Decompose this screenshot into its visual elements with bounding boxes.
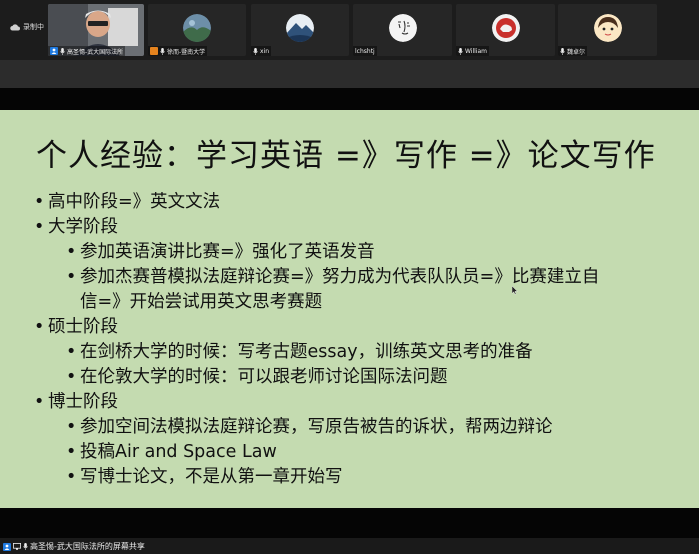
mic-icon (560, 47, 565, 55)
bullet-text: 写博士论文，不是从第一章开始写 (80, 467, 343, 487)
slide-title: 个人经验：学习英语 =》写作 =》论文写作 (36, 138, 656, 174)
participant-name: 高圣惕-武大国际法所 (67, 48, 124, 56)
participant-name: lchshtj (355, 47, 375, 55)
bullet-text: 参加杰赛普模拟法庭辩论赛=》努力成为代表队队员=》比赛建立自 (80, 267, 600, 287)
slide-bullet: • 高中阶段=》英文文法 (34, 192, 221, 212)
person-icon (3, 542, 11, 551)
bullet-text: 信=》开始尝试用英文思考赛题 (80, 292, 323, 312)
host-icon (150, 47, 158, 55)
mic-icon (23, 543, 28, 550)
bullet-text: 在伦敦大学的时候：可以跟老师讨论国际法问题 (80, 367, 448, 387)
slide-sub-bullet: • 在伦敦大学的时候：可以跟老师讨论国际法问题 (66, 367, 448, 387)
slide-sub-bullet: • 写博士论文，不是从第一章开始写 (66, 467, 343, 487)
mic-icon (458, 47, 463, 55)
slide-bullet: • 硕士阶段 (34, 317, 118, 337)
mic-icon (160, 47, 165, 55)
screen-share-icon (13, 543, 21, 550)
mic-icon (253, 47, 258, 55)
bullet-text: 在剑桥大学的时候：写考古题essay，训练英文思考的准备 (80, 342, 533, 362)
participant-name-bar: lchshtj (353, 46, 377, 56)
landscape-avatar (183, 14, 211, 42)
participant-name: xin (260, 47, 270, 55)
slide-bullet: • 博士阶段 (34, 392, 118, 412)
recording-indicator[interactable]: 录制中 (10, 22, 44, 32)
emblem-avatar (491, 14, 520, 42)
cartoon-avatar (593, 14, 622, 42)
participant-name-bar: 魏卓尔 (558, 46, 588, 56)
calligraphy-avatar (388, 14, 417, 42)
participant-tile[interactable]: 徐而-暨南大学 (148, 4, 246, 56)
slide-sub-bullet: • 参加空间法模拟法庭辩论赛，写原告被告的诉状，帮两边辩论 (66, 417, 553, 437)
mic-icon (60, 47, 65, 55)
slide-sub-bullet: • 参加杰赛普模拟法庭辩论赛=》努力成为代表队队员=》比赛建立自 (66, 267, 600, 287)
bullet-text: 高中阶段=》英文文法 (48, 192, 221, 212)
participant-name: William (465, 47, 487, 55)
participant-strip: 录制中 高圣惕-武大国际法所 徐而-暨南大学 xin lchshtj Willi… (0, 0, 699, 60)
slide-sub-bullet: • 在剑桥大学的时候：写考古题essay，训练英文思考的准备 (66, 342, 533, 362)
participant-tile[interactable]: lchshtj (353, 4, 452, 56)
screen-share-indicator[interactable]: 高圣惕-武大国际法所的屏幕共享 (3, 541, 145, 552)
recording-label: 录制中 (23, 23, 44, 31)
mountain-avatar (286, 14, 314, 42)
participant-name: 徐而-暨南大学 (167, 48, 206, 56)
bullet-text: 大学阶段 (48, 217, 118, 237)
person-icon (50, 47, 58, 55)
participant-name-bar: 高圣惕-武大国际法所 (48, 46, 126, 56)
cloud-record-icon (10, 23, 20, 30)
participant-name: 魏卓尔 (567, 48, 586, 56)
bullet-text: 参加英语演讲比赛=》强化了英语发音 (80, 242, 375, 262)
participant-tile[interactable]: 高圣惕-武大国际法所 (48, 4, 144, 56)
participant-name-bar: 徐而-暨南大学 (148, 46, 208, 56)
bullet-text: 投稿Air and Space Law (80, 442, 277, 462)
letterbox-bottom (0, 508, 699, 538)
screen-share-label: 高圣惕-武大国际法所的屏幕共享 (30, 542, 145, 551)
bullet-text: 硕士阶段 (48, 317, 118, 337)
bullet-text: 参加空间法模拟法庭辩论赛，写原告被告的诉状，帮两边辩论 (80, 417, 553, 437)
participant-name-bar: xin (251, 46, 272, 56)
slide-sub-bullet: • 投稿Air and Space Law (66, 442, 277, 462)
letterbox-top (0, 88, 699, 110)
mouse-cursor-icon (512, 286, 518, 295)
slide-sub-bullet: • 参加英语演讲比赛=》强化了英语发音 (66, 242, 375, 262)
participant-tile[interactable]: William (456, 4, 555, 56)
screen-share-bar: 高圣惕-武大国际法所的屏幕共享 (0, 538, 699, 554)
participant-tile[interactable]: xin (251, 4, 349, 56)
bullet-text: 博士阶段 (48, 392, 118, 412)
participant-name-bar: William (456, 46, 489, 56)
participant-tile[interactable]: 魏卓尔 (558, 4, 657, 56)
toolbar-band (0, 60, 699, 88)
slide-bullet: • 大学阶段 (34, 217, 118, 237)
slide-continuation: 信=》开始尝试用英文思考赛题 (66, 288, 322, 313)
shared-slide: 个人经验：学习英语 =》写作 =》论文写作 • 高中阶段=》英文文法 • 大学阶段 … (0, 110, 699, 508)
